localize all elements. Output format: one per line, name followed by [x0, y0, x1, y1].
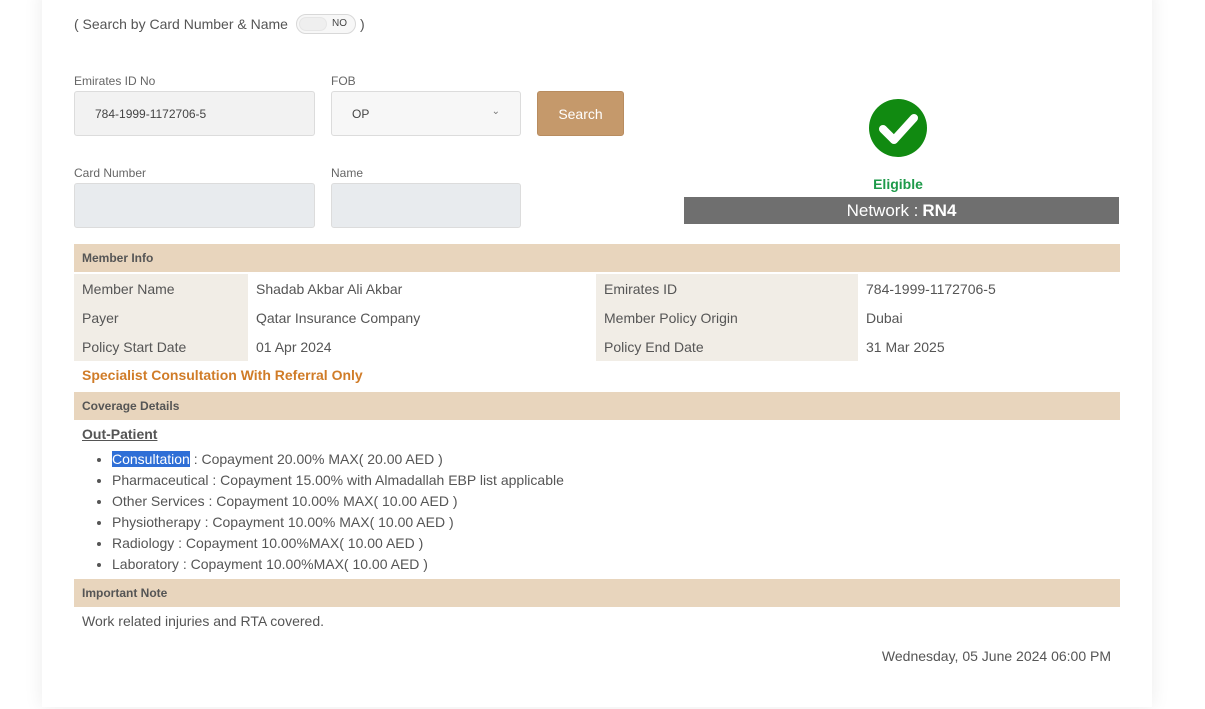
check-circle-icon — [869, 99, 927, 157]
card-number-input[interactable] — [74, 183, 315, 228]
toggle-state-label: NO — [331, 18, 347, 29]
policy-start-key: Policy Start Date — [74, 332, 248, 361]
coverage-item-name-selected: Consultation — [112, 451, 190, 467]
network-bar: Network : RN4 — [684, 197, 1119, 224]
page-title-fragment — [100, 0, 270, 2]
table-row: Member Name Shadab Akbar Ali Akbar Emira… — [74, 274, 1120, 303]
member-info-table: Member Name Shadab Akbar Ali Akbar Emira… — [74, 274, 1120, 361]
coverage-item-detail: : Copayment 10.00% MAX( 10.00 AED ) — [200, 514, 454, 530]
emirates-id-input[interactable]: 784-1999-1172706-5 — [74, 91, 315, 136]
list-item: Consultation : Copayment 20.00% MAX( 20.… — [112, 449, 564, 470]
fob-select[interactable]: OP ⌄ — [331, 91, 521, 136]
table-row: Payer Qatar Insurance Company Member Pol… — [74, 303, 1120, 332]
policy-origin-value: Dubai — [866, 309, 903, 326]
coverage-item-detail: : Copayment 20.00% MAX( 20.00 AED ) — [189, 451, 443, 467]
search-by-card-toggle[interactable]: NO — [295, 14, 356, 34]
coverage-item-detail: : Copayment 10.00% MAX( 10.00 AED ) — [204, 493, 458, 509]
policy-end-value: 31 Mar 2025 — [866, 338, 945, 355]
coverage-item-name: Laboratory — [112, 556, 179, 572]
name-label: Name — [331, 166, 364, 180]
eligibility-status: Eligible — [873, 176, 923, 192]
card-number-label: Card Number — [74, 166, 147, 180]
list-item: Pharmaceutical : Copayment 15.00% with A… — [112, 470, 564, 491]
important-note-text: Work related injuries and RTA covered. — [82, 613, 325, 629]
toggle-knob — [298, 17, 327, 31]
fob-selected-value: OP — [352, 106, 370, 121]
member-name-value: Shadab Akbar Ali Akbar — [256, 280, 403, 297]
coverage-item-name: Other Services — [112, 493, 205, 509]
coverage-item-detail: : Copayment 15.00% with Almadallah EBP l… — [208, 472, 564, 488]
coverage-details-header: Coverage Details — [74, 392, 1120, 420]
list-item: Physiotherapy : Copayment 10.00% MAX( 10… — [112, 512, 564, 533]
name-input[interactable] — [331, 183, 521, 228]
network-label: Network : — [846, 200, 919, 220]
search-toggle-prefix: ( Search by Card Number & Name — [74, 16, 288, 32]
coverage-item-name: Pharmaceutical — [112, 472, 209, 488]
search-by-card-toggle-row: ( Search by Card Number & Name NO ) — [74, 14, 365, 34]
emirates-id-info-value: 784-1999-1172706-5 — [866, 280, 996, 297]
payer-value: Qatar Insurance Company — [256, 309, 421, 326]
coverage-list: Consultation : Copayment 20.00% MAX( 20.… — [112, 449, 564, 575]
payer-key: Payer — [74, 303, 248, 332]
emirates-id-label: Emirates ID No — [74, 74, 156, 88]
coverage-item-name: Physiotherapy — [112, 514, 201, 530]
coverage-item-detail: : Copayment 10.00%MAX( 10.00 AED ) — [174, 535, 424, 551]
emirates-id-key: Emirates ID — [596, 274, 858, 303]
policy-start-value: 01 Apr 2024 — [256, 338, 332, 355]
search-button[interactable]: Search — [537, 91, 624, 136]
important-note-header: Important Note — [74, 579, 1120, 607]
emirates-id-value: 784-1999-1172706-5 — [95, 106, 207, 121]
table-row: Policy Start Date 01 Apr 2024 Policy End… — [74, 332, 1120, 361]
list-item: Other Services : Copayment 10.00% MAX( 1… — [112, 491, 564, 512]
member-name-key: Member Name — [74, 274, 248, 303]
policy-origin-key: Member Policy Origin — [596, 303, 858, 332]
list-item: Radiology : Copayment 10.00%MAX( 10.00 A… — [112, 533, 564, 554]
fob-label: FOB — [331, 74, 356, 88]
timestamp: Wednesday, 05 June 2024 06:00 PM — [881, 648, 1111, 664]
out-patient-title: Out-Patient — [82, 426, 158, 442]
network-value: RN4 — [922, 200, 957, 220]
chevron-down-icon: ⌄ — [491, 106, 500, 117]
referral-note: Specialist Consultation With Referral On… — [82, 367, 363, 383]
member-info-header: Member Info — [74, 244, 1120, 272]
search-toggle-suffix: ) — [359, 16, 365, 32]
policy-end-key: Policy End Date — [596, 332, 858, 361]
coverage-item-detail: : Copayment 10.00%MAX( 10.00 AED ) — [178, 556, 428, 572]
list-item: Laboratory : Copayment 10.00%MAX( 10.00 … — [112, 554, 564, 575]
coverage-item-name: Radiology — [112, 535, 175, 551]
